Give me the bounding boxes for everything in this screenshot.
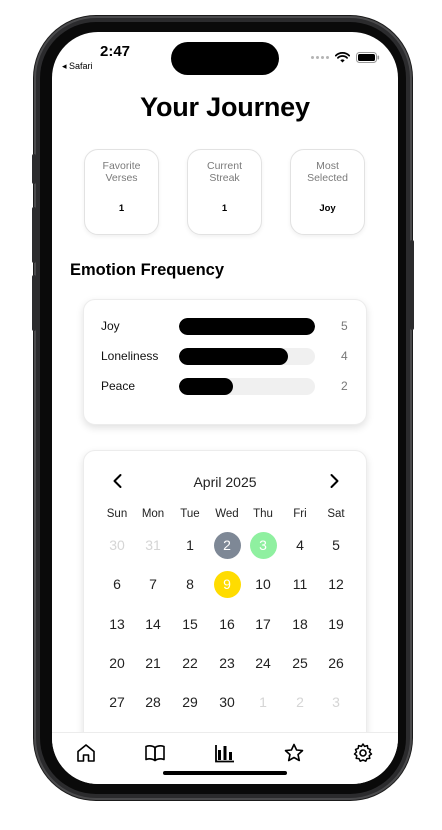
status-time: 2:47 [100, 43, 131, 60]
weekday-label: Wed [215, 508, 239, 520]
stat-label: Current Streak [206, 160, 242, 184]
emotion-bar-track [179, 348, 315, 365]
calendar-day[interactable]: 4 [287, 532, 314, 559]
emotion-name: Loneliness [101, 349, 159, 363]
bar-chart-icon[interactable] [213, 741, 237, 765]
calendar-day[interactable]: 14 [140, 611, 167, 638]
emotion-count: 2 [341, 379, 348, 393]
star-icon[interactable] [282, 741, 306, 765]
calendar-day[interactable]: 29 [177, 689, 204, 716]
home-indicator[interactable] [163, 771, 287, 775]
stat-value: Joy [319, 203, 336, 214]
emotion-name: Peace [101, 379, 136, 393]
calendar-day[interactable]: 23 [214, 650, 241, 677]
calendar-day[interactable]: 19 [323, 611, 350, 638]
calendar-day[interactable]: 21 [140, 650, 167, 677]
stat-value: 1 [118, 203, 125, 214]
calendar-day[interactable]: 17 [250, 611, 277, 638]
calendar-day[interactable]: 11 [287, 571, 314, 598]
calendar-day[interactable]: 20 [104, 650, 131, 677]
calendar-day[interactable]: 22 [177, 650, 204, 677]
calendar-day[interactable]: 1 [177, 532, 204, 559]
weekday-label: Sat [327, 508, 345, 520]
emotion-bar-fill [179, 348, 288, 365]
weekday-label: Mon [141, 508, 165, 520]
weekday-label: Tue [180, 508, 200, 520]
calendar-day[interactable]: 10 [250, 571, 277, 598]
stat-label: Favorite Verses [102, 160, 141, 184]
calendar-day-outside-month: 30 [109, 537, 125, 553]
weekday-label: Fri [293, 508, 307, 520]
emotion-bar-track [179, 318, 315, 335]
calendar-day[interactable]: 24 [250, 650, 277, 677]
home-icon[interactable] [74, 741, 98, 765]
emotion-row-peace: Peace 2 [84, 378, 366, 396]
calendar-day-highlighted[interactable]: 2 [213, 532, 241, 559]
side-button-power [410, 240, 414, 330]
calendar-day-outside-month: 2 [296, 694, 304, 710]
emotion-bar-fill [179, 318, 315, 335]
calendar-day[interactable]: 13 [104, 611, 131, 638]
calendar-day[interactable]: 6 [104, 571, 131, 598]
calendar-day[interactable]: 18 [287, 611, 314, 638]
emotion-count: 4 [341, 349, 348, 363]
emotion-frequency-title: Emotion Frequency [70, 261, 225, 279]
emotion-row-loneliness: Loneliness 4 [84, 348, 366, 366]
calendar-day[interactable]: 16 [214, 611, 241, 638]
back-to-safari[interactable]: ◂ Safari [62, 61, 93, 72]
calendar-day[interactable]: 12 [323, 571, 350, 598]
stat-value: 1 [221, 203, 228, 214]
calendar-day[interactable]: 28 [140, 689, 167, 716]
next-month-chevron-icon[interactable] [324, 471, 344, 491]
side-button-silent [32, 154, 36, 184]
emotion-name: Joy [101, 319, 120, 333]
calendar-day[interactable]: 27 [104, 689, 131, 716]
emotion-bar-track [179, 378, 315, 395]
emotion-row-joy: Joy 5 [84, 318, 366, 336]
calendar-day-highlighted[interactable]: 3 [249, 532, 277, 559]
calendar-day[interactable]: 26 [323, 650, 350, 677]
battery-icon [356, 52, 380, 63]
stat-label: Most Selected [307, 160, 348, 184]
side-button-volume-down [32, 275, 36, 331]
emotion-bar-fill [179, 378, 234, 395]
dynamic-island [171, 42, 279, 75]
calendar-day-highlighted[interactable]: 9 [213, 571, 241, 598]
calendar-day[interactable]: 5 [323, 532, 350, 559]
status-icons [311, 52, 380, 63]
screen: 2:47 ◂ Safari Your Journey Favorite Vers… [52, 32, 398, 784]
calendar-day[interactable]: 7 [140, 571, 167, 598]
wifi-icon [335, 52, 350, 63]
calendar-day-outside-month: 1 [259, 694, 267, 710]
book-icon[interactable] [143, 741, 167, 765]
calendar-day[interactable]: 25 [287, 650, 314, 677]
side-button-volume-up [32, 207, 36, 263]
calendar-day[interactable]: 15 [177, 611, 204, 638]
signal-dots-icon [311, 56, 329, 59]
calendar-day[interactable]: 8 [177, 571, 204, 598]
stat-card-current-streak: Current Streak 1 [187, 149, 262, 235]
emotion-frequency-card: Joy 5 Loneliness 4 Peace 2 [83, 299, 367, 425]
gear-icon[interactable] [351, 741, 375, 765]
weekday-label: Sun [106, 508, 128, 520]
calendar-day-outside-month: 3 [332, 694, 340, 710]
emotion-count: 5 [341, 319, 348, 333]
weekday-label: Thu [253, 508, 273, 520]
calendar-day[interactable]: 30 [214, 689, 241, 716]
page-title: Your Journey [140, 92, 310, 122]
stat-card-most-selected: Most Selected Joy [290, 149, 365, 235]
calendar-day-outside-month: 31 [145, 537, 161, 553]
stat-card-favorite-verses: Favorite Verses 1 [84, 149, 159, 235]
calendar-card: April 2025 Sun Mon Tue Wed Thu Fri Sat 30 31 1 2 3 4… [83, 450, 367, 750]
tab-bar [52, 732, 398, 784]
